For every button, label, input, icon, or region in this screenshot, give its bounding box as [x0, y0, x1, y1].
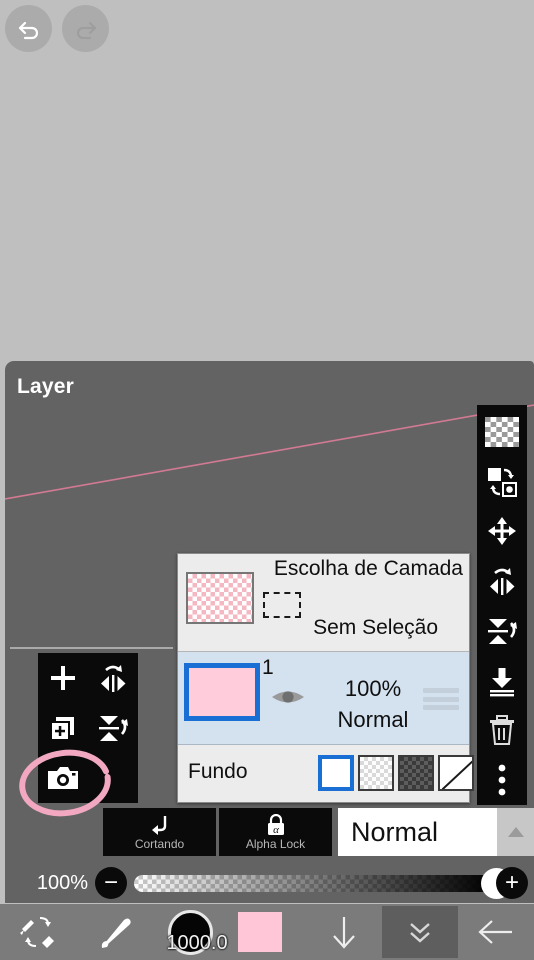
- more-options-button[interactable]: [477, 755, 527, 805]
- layer-options-row: Cortando α Alpha Lock: [103, 808, 335, 856]
- bg-light-checker-swatch[interactable]: [358, 755, 394, 791]
- swap-layers-icon: [488, 467, 517, 497]
- duplicate-layer-button[interactable]: [38, 703, 88, 753]
- undo-button[interactable]: [5, 5, 52, 52]
- merge-down-button[interactable]: [477, 656, 527, 706]
- opacity-control: 100% − +: [0, 862, 534, 904]
- alpha-lock-icon: α: [267, 813, 284, 836]
- background-label: Fundo: [188, 760, 248, 783]
- more-options-icon: [498, 764, 506, 796]
- blend-mode-arrow[interactable]: [497, 808, 534, 856]
- background-row: Fundo: [178, 745, 474, 801]
- layer-number: 1: [262, 656, 274, 679]
- top-bar: [0, 0, 534, 60]
- layer-thumbnail-checker: [186, 572, 254, 624]
- double-chevron-down-button[interactable]: [382, 906, 458, 958]
- popup-header: Escolha de Camada Sem Seleção: [178, 554, 469, 652]
- flip-vertical-icon: [99, 716, 128, 741]
- brush-tool-button[interactable]: [76, 904, 152, 960]
- app-root: Layer Escolha de Camada Sem Seleção 1 10…: [0, 0, 534, 960]
- chevron-up-icon: [507, 827, 524, 837]
- color-swatch-button[interactable]: [238, 912, 282, 952]
- redo-button[interactable]: [62, 5, 109, 52]
- swap-layers-button[interactable]: [477, 457, 527, 507]
- arrow-down-button[interactable]: [306, 904, 382, 960]
- table-row[interactable]: 1 100% Normal: [178, 652, 469, 745]
- redo-icon: [76, 21, 96, 39]
- nav-right-group: [306, 904, 534, 960]
- trash-icon: [490, 715, 514, 746]
- brush-icon: [101, 918, 131, 948]
- opacity-decrease-button[interactable]: −: [95, 867, 127, 899]
- delete-layer-button[interactable]: [477, 706, 527, 756]
- flip-horizontal-icon: [101, 665, 126, 692]
- flip-horizontal-icon: [490, 568, 515, 596]
- flip-vertical-icon: [488, 618, 517, 644]
- bg-white-swatch[interactable]: [318, 755, 354, 791]
- bottom-toolbar: 1000.0: [0, 904, 534, 960]
- brush-eraser-swap-button[interactable]: [0, 904, 76, 960]
- blend-mode-select[interactable]: Normal: [338, 808, 534, 856]
- clipping-button[interactable]: Cortando: [103, 808, 216, 856]
- transparency-checker-button[interactable]: [477, 407, 527, 457]
- double-chevron-down-icon: [410, 923, 430, 943]
- layer-tools-strip: [477, 405, 527, 805]
- layer-blend-mode: Normal: [337, 707, 409, 732]
- flip-vertical-button[interactable]: [477, 606, 527, 656]
- page-title: Layer: [17, 375, 75, 398]
- popup-title: Escolha de Camada: [273, 557, 463, 580]
- undo-icon: [18, 21, 38, 39]
- back-button[interactable]: [458, 904, 534, 960]
- bg-dark-checker-swatch[interactable]: [398, 755, 434, 791]
- opacity-value: 100%: [36, 871, 88, 894]
- camera-icon: [48, 767, 78, 789]
- clipping-arrow-icon: [151, 815, 166, 835]
- brush-size-button[interactable]: 1000.0: [152, 904, 228, 960]
- move-button[interactable]: [477, 507, 527, 557]
- add-layer-icon: [51, 666, 75, 690]
- selection-box-icon: [263, 592, 301, 618]
- layer-thumbnail[interactable]: [184, 663, 260, 721]
- blend-mode-value: Normal: [351, 816, 439, 847]
- drag-handle-icon[interactable]: [423, 688, 459, 710]
- brush-eraser-swap-icon: [20, 917, 54, 948]
- transparency-checker-icon: [485, 416, 519, 447]
- add-layer-button[interactable]: [38, 653, 88, 703]
- selection-status: Sem Seleção: [313, 616, 438, 639]
- arrow-down-icon: [333, 917, 355, 949]
- background-swatches: [318, 755, 474, 791]
- alpha-lock-button[interactable]: α Alpha Lock: [219, 808, 332, 856]
- svg-text:α: α: [273, 824, 279, 836]
- brush-size-value: 1000.0: [166, 932, 228, 954]
- flip-horizontal-button-2[interactable]: [88, 653, 138, 703]
- layer-chooser-popup: Escolha de Camada Sem Seleção 1 100% Nor…: [177, 553, 474, 803]
- visibility-toggle[interactable]: [270, 685, 306, 714]
- opacity-increase-button[interactable]: +: [496, 867, 528, 899]
- flip-vertical-button-2[interactable]: [88, 703, 138, 753]
- arrow-left-icon: [478, 920, 512, 944]
- flip-horizontal-button[interactable]: [477, 556, 527, 606]
- layer-quick-tools: [38, 653, 138, 803]
- merge-down-icon: [490, 667, 514, 697]
- camera-button[interactable]: [38, 753, 88, 803]
- duplicate-layer-icon: [50, 717, 74, 741]
- move-icon: [488, 517, 516, 546]
- alpha-lock-label: Alpha Lock: [245, 836, 306, 851]
- opacity-slider[interactable]: [134, 867, 512, 899]
- bg-diagonal-swatch[interactable]: [438, 755, 474, 791]
- eye-icon: [272, 691, 304, 703]
- clipping-label: Cortando: [134, 836, 185, 851]
- layer-opacity: 100%: [344, 676, 402, 701]
